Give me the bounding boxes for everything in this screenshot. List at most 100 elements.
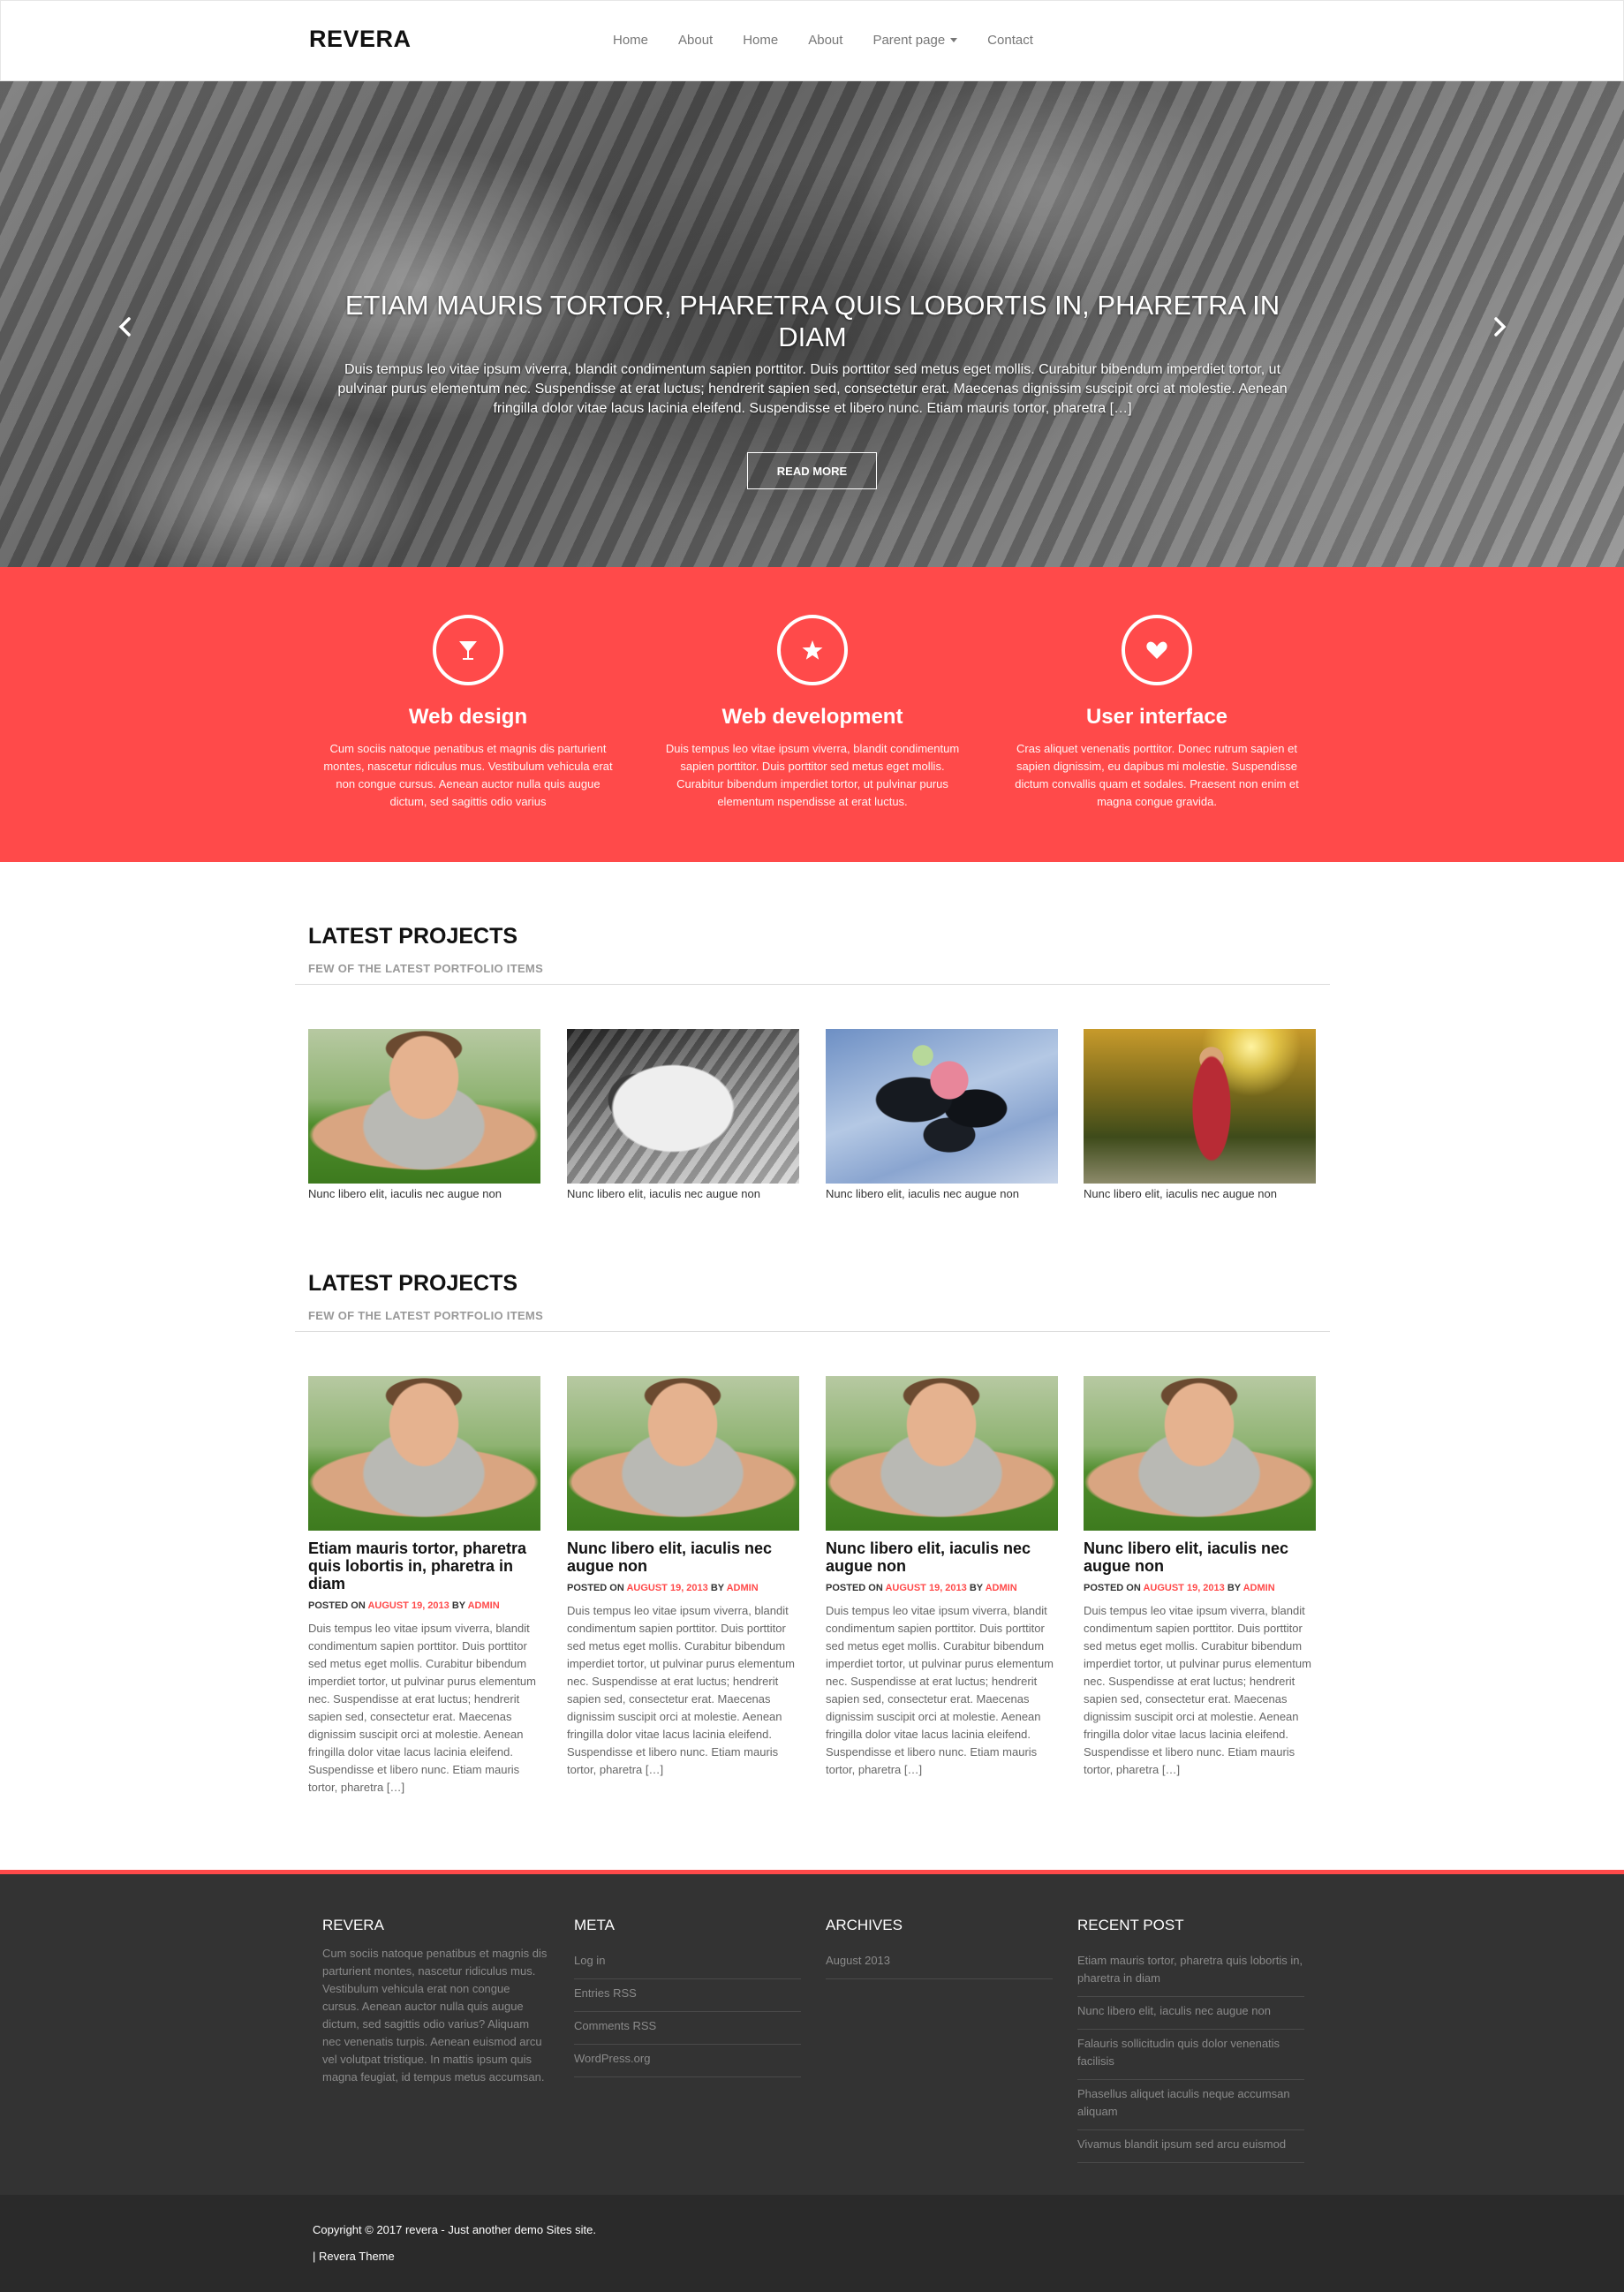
footer-heading: ARCHIVES	[826, 1917, 903, 1933]
hero-title: ETIAM MAURIS TORTOR, PHARETRA QUIS LOBOR…	[344, 290, 1280, 352]
theme-credit-link[interactable]: | Revera Theme	[313, 2250, 395, 2263]
posted-on-label: POSTED ON	[308, 1600, 366, 1611]
service-title: Web development	[721, 705, 903, 729]
main-nav: Home About Home About Parent page Contac…	[598, 33, 1048, 48]
nav-parent-page-label: Parent page	[872, 33, 946, 48]
service-text: Cras aliquet venenatis porttitor. Donec …	[1015, 742, 1299, 808]
nav-home[interactable]: Home	[613, 33, 648, 48]
hero-text: Duis tempus leo vitae ipsum viverra, bla…	[337, 362, 1288, 416]
post-thumbnail[interactable]	[826, 1376, 1058, 1531]
site-header: REVERA Home About Home About Parent page…	[0, 0, 1624, 81]
post-excerpt: Duis tempus leo vitae ipsum viverra, bla…	[1084, 1604, 1311, 1776]
site-footer: REVERA Cum sociis natoque penatibus et m…	[0, 1874, 1624, 2195]
copyright-text: Copyright © 2017 revera - Just another d…	[313, 2223, 597, 2236]
site-logo[interactable]: REVERA	[309, 26, 412, 53]
blog-post: Nunc libero elit, iaculis nec augue non …	[1084, 1376, 1316, 1779]
posted-on-label: POSTED ON	[826, 1583, 883, 1593]
chevron-right-icon[interactable]	[1489, 316, 1510, 337]
post-date[interactable]: AUGUST 19, 2013	[1143, 1583, 1224, 1593]
portfolio-item[interactable]: Nunc libero elit, iaculis nec augue non	[567, 1029, 799, 1200]
service-web-design: Web design Cum sociis natoque penatibus …	[318, 615, 618, 811]
nav-home-2[interactable]: Home	[743, 33, 778, 48]
footer-link-comments-rss[interactable]: Comments RSS	[574, 2012, 801, 2045]
portfolio-caption[interactable]: Nunc libero elit, iaculis nec augue non	[1084, 1187, 1316, 1200]
post-excerpt: Duis tempus leo vitae ipsum viverra, bla…	[567, 1604, 795, 1776]
footer-heading: RECENT POST	[1077, 1917, 1184, 1933]
post-author[interactable]: ADMIN	[1243, 1583, 1275, 1593]
portfolio-thumbnail[interactable]	[826, 1029, 1058, 1184]
posted-on-label: POSTED ON	[567, 1583, 624, 1593]
read-more-button[interactable]: READ MORE	[747, 452, 877, 489]
section-subtitle: FEW OF THE LATEST PORTFOLIO ITEMS	[308, 1309, 544, 1322]
footer-heading: REVERA	[322, 1917, 384, 1933]
post-author[interactable]: ADMIN	[468, 1600, 500, 1611]
service-title: User interface	[1085, 705, 1228, 729]
footer-heading: META	[574, 1917, 615, 1933]
footer-about: REVERA Cum sociis natoque penatibus et m…	[322, 1917, 549, 2086]
post-title[interactable]: Nunc libero elit, iaculis nec augue non	[1084, 1539, 1316, 1575]
post-date[interactable]: AUGUST 19, 2013	[885, 1583, 966, 1593]
chevron-left-icon[interactable]	[115, 316, 136, 337]
footer-recent-post-link[interactable]: Nunc libero elit, iaculis nec augue non	[1077, 1997, 1304, 2030]
portfolio-thumbnail[interactable]	[1084, 1029, 1316, 1184]
post-thumbnail[interactable]	[308, 1376, 540, 1531]
star-icon	[777, 615, 848, 685]
portfolio-thumbnail[interactable]	[308, 1029, 540, 1184]
footer-link-archive[interactable]: August 2013	[826, 1947, 1053, 1979]
post-excerpt: Duis tempus leo vitae ipsum viverra, bla…	[826, 1604, 1054, 1776]
nav-parent-page[interactable]: Parent page	[872, 33, 958, 48]
post-title[interactable]: Nunc libero elit, iaculis nec augue non	[826, 1539, 1058, 1575]
portfolio-item[interactable]: Nunc libero elit, iaculis nec augue non	[1084, 1029, 1316, 1200]
nav-about-2[interactable]: About	[808, 33, 842, 48]
posted-on-label: POSTED ON	[1084, 1583, 1141, 1593]
service-user-interface: User interface Cras aliquet venenatis po…	[1007, 615, 1307, 811]
post-meta: POSTED ON AUGUST 19, 2013 BY ADMIN	[567, 1583, 799, 1593]
post-title[interactable]: Nunc libero elit, iaculis nec augue non	[567, 1539, 799, 1575]
post-date[interactable]: AUGUST 19, 2013	[626, 1583, 707, 1593]
post-meta: POSTED ON AUGUST 19, 2013 BY ADMIN	[308, 1600, 540, 1611]
portfolio-item[interactable]: Nunc libero elit, iaculis nec augue non	[308, 1029, 540, 1200]
post-excerpt: Duis tempus leo vitae ipsum viverra, bla…	[308, 1622, 536, 1794]
footer-recent-post-link[interactable]: Phasellus aliquet iaculis neque accumsan…	[1077, 2080, 1304, 2130]
nav-contact[interactable]: Contact	[987, 33, 1033, 48]
portfolio-caption[interactable]: Nunc libero elit, iaculis nec augue non	[826, 1187, 1058, 1200]
footer-recent-post-link[interactable]: Vivamus blandit ipsum sed arcu euismod	[1077, 2130, 1304, 2163]
post-author[interactable]: ADMIN	[986, 1583, 1017, 1593]
post-thumbnail[interactable]	[1084, 1376, 1316, 1531]
services-band: Web design Cum sociis natoque penatibus …	[0, 567, 1624, 862]
portfolio-thumbnail[interactable]	[567, 1029, 799, 1184]
portfolio-item[interactable]: Nunc libero elit, iaculis nec augue non	[826, 1029, 1058, 1200]
copyright-bar: Copyright © 2017 revera - Just another d…	[0, 2195, 1624, 2292]
footer-meta: META Log in Entries RSS Comments RSS Wor…	[574, 1917, 801, 2077]
footer-recent-post-link[interactable]: Etiam mauris tortor, pharetra quis lobor…	[1077, 1947, 1304, 1997]
blog-post: Nunc libero elit, iaculis nec augue non …	[567, 1376, 799, 1779]
section-divider	[295, 984, 1330, 985]
service-text: Duis tempus leo vitae ipsum viverra, bla…	[665, 742, 960, 808]
hero-slider: ETIAM MAURIS TORTOR, PHARETRA QUIS LOBOR…	[0, 81, 1624, 567]
post-date[interactable]: AUGUST 19, 2013	[367, 1600, 449, 1611]
service-title: Web design	[408, 705, 528, 729]
footer-recent-posts: RECENT POST Etiam mauris tortor, pharetr…	[1077, 1917, 1304, 2163]
service-text: Cum sociis natoque penatibus et magnis d…	[323, 742, 613, 808]
footer-recent-post-link[interactable]: Falauris sollicitudin quis dolor venenat…	[1077, 2030, 1304, 2080]
post-meta: POSTED ON AUGUST 19, 2013 BY ADMIN	[826, 1583, 1058, 1593]
nav-about[interactable]: About	[678, 33, 713, 48]
by-label: BY	[969, 1583, 983, 1593]
by-label: BY	[710, 1583, 724, 1593]
portfolio-caption[interactable]: Nunc libero elit, iaculis nec augue non	[567, 1187, 799, 1200]
blog-post: Nunc libero elit, iaculis nec augue non …	[826, 1376, 1058, 1779]
footer-about-text: Cum sociis natoque penatibus et magnis d…	[322, 1947, 548, 2084]
by-label: BY	[451, 1600, 465, 1611]
footer-link-login[interactable]: Log in	[574, 1947, 801, 1979]
footer-link-wordpress[interactable]: WordPress.org	[574, 2045, 801, 2077]
post-title[interactable]: Etiam mauris tortor, pharetra quis lobor…	[308, 1539, 540, 1592]
blog-post: Etiam mauris tortor, pharetra quis lobor…	[308, 1376, 540, 1797]
cocktail-glass-icon	[433, 615, 503, 685]
footer-link-entries-rss[interactable]: Entries RSS	[574, 1979, 801, 2012]
post-thumbnail[interactable]	[567, 1376, 799, 1531]
post-meta: POSTED ON AUGUST 19, 2013 BY ADMIN	[1084, 1583, 1316, 1593]
by-label: BY	[1227, 1583, 1241, 1593]
post-author[interactable]: ADMIN	[727, 1583, 759, 1593]
portfolio-caption[interactable]: Nunc libero elit, iaculis nec augue non	[308, 1187, 540, 1200]
section-title: LATEST PROJECTS	[308, 924, 518, 949]
